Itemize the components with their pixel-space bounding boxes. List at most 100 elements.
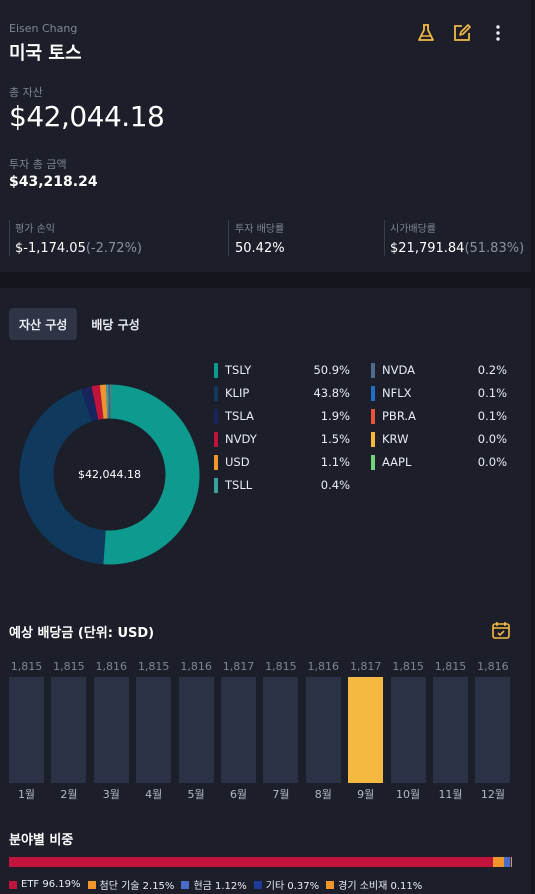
owner-name: Eisen Chang	[9, 22, 78, 35]
dividend-bar[interactable]	[348, 677, 384, 783]
bar-month-label: 2월	[60, 788, 78, 801]
bar-month-label: 9월	[357, 788, 375, 801]
bar-value-label: 1,815	[392, 660, 424, 673]
portfolio-card: 자산 구성 배당 구성 $42,044.18 TSLY 50.9% KLIP 43.8…	[0, 288, 531, 894]
legend-percent: 1.9%	[320, 409, 350, 423]
dividend-bar-column[interactable]: 1,815 2월	[51, 658, 87, 808]
dividend-bar-column[interactable]: 1,816 3월	[93, 658, 129, 808]
bar-month-label: 7월	[272, 788, 290, 801]
legend-swatch	[371, 386, 375, 401]
dividend-bar[interactable]	[93, 677, 129, 783]
bar-month-label: 5월	[187, 788, 205, 801]
dividend-bar[interactable]	[433, 677, 468, 783]
legend-name: TSLA	[225, 409, 254, 423]
dividend-bar-column[interactable]: 1,817 6월	[221, 658, 256, 808]
dividend-bar-column[interactable]: 1,815 7월	[263, 658, 299, 808]
dividend-bar[interactable]	[136, 677, 172, 783]
legend-item: AAPL 0.0%	[371, 452, 507, 475]
bar-month-label: 1월	[17, 788, 36, 801]
sector-legend-label: 첨단 기술 2.15%	[99, 881, 175, 892]
legend-item: KRW 0.0%	[371, 429, 507, 452]
legend-percent: 0.0%	[477, 432, 507, 446]
stat-sub: (51.83%)	[464, 241, 525, 256]
sector-stacked-bar	[9, 857, 512, 867]
bar-value-label: 1,815	[137, 660, 170, 673]
bar-month-label: 10월	[396, 788, 421, 801]
dividend-bar[interactable]	[263, 677, 299, 783]
legend-swatch	[371, 409, 375, 424]
tab-dividend-composition[interactable]: 배당 구성	[81, 308, 149, 340]
legend-item: USD 1.1%	[214, 452, 350, 475]
sector-segment	[9, 857, 494, 867]
dividend-bar[interactable]	[390, 677, 426, 783]
legend-item: TSLA 1.9%	[214, 406, 350, 429]
sector-legend-item: 경기 소비재 0.11%	[326, 877, 422, 892]
dividend-bar-column[interactable]: 1,816 5월	[178, 658, 214, 808]
divider	[9, 220, 10, 256]
divider	[384, 220, 385, 256]
bar-value-label: 1,817	[222, 660, 255, 673]
dividend-bar[interactable]	[305, 677, 341, 783]
sector-swatch	[9, 880, 17, 889]
bar-value-label: 1,815	[53, 660, 85, 673]
dividend-bar[interactable]	[51, 677, 87, 783]
legend-item: KLIP 43.8%	[214, 383, 350, 406]
bar-month-label: 4월	[145, 788, 163, 801]
sector-section-title: 분야별 비중	[9, 833, 74, 848]
legend-percent: 50.9%	[313, 363, 350, 377]
legend-percent: 1.1%	[320, 455, 350, 469]
stat-value: 50.42%	[235, 241, 285, 256]
dividend-bar[interactable]	[178, 677, 214, 783]
bar-month-label: 11월	[438, 788, 463, 801]
legend-column: TSLY 50.9% KLIP 43.8% TSLA 1.9% NVDY 1.5% USD 1.1…	[214, 360, 350, 498]
dividend-bar-column[interactable]: 1,817 9월	[348, 658, 384, 808]
legend-swatch	[214, 432, 218, 447]
dividend-section-title: 예상 배당금 (단위: USD)	[9, 626, 155, 641]
dividend-bar-column[interactable]: 1,815 4월	[136, 658, 172, 808]
total-assets-value: $42,044.18	[9, 100, 165, 133]
sector-swatch	[253, 880, 262, 889]
header-actions	[415, 22, 509, 44]
edit-icon[interactable]	[451, 22, 473, 44]
legend-item: TSLL 0.4%	[214, 475, 350, 498]
sector-swatch	[326, 880, 335, 889]
legend-percent: 0.2%	[477, 363, 507, 377]
legend-item: NVDY 1.5%	[214, 429, 350, 452]
legend-swatch	[371, 432, 375, 447]
bar-value-label: 1,817	[349, 660, 382, 673]
dividend-bar[interactable]	[221, 677, 256, 783]
account-title: 미국 토스	[9, 43, 82, 64]
dividend-bar[interactable]	[9, 677, 44, 783]
legend-item: NFLX 0.1%	[371, 383, 507, 406]
sector-legend-item: 첨단 기술 2.15%	[87, 877, 175, 892]
legend-swatch	[214, 386, 218, 401]
stat-dividend-rate: 투자 배당률 50.42%	[235, 218, 285, 260]
stat-label: 시가배당률	[390, 224, 436, 235]
legend-item: NVDA 0.2%	[371, 360, 507, 383]
legend-swatch	[214, 363, 218, 378]
dividend-bar-column[interactable]: 1,816 12월	[475, 658, 511, 808]
stat-label: 평가 손익	[15, 224, 55, 235]
calendar-check-icon[interactable]	[491, 620, 511, 640]
legend-swatch	[371, 455, 375, 470]
sector-legend-label: 경기 소비재 0.11%	[338, 881, 423, 892]
tab-asset-composition[interactable]: 자산 구성	[9, 308, 78, 340]
flask-icon[interactable]	[415, 22, 437, 44]
bar-month-label: 6월	[229, 788, 248, 801]
sector-legend-label: 기타 0.37%	[265, 881, 320, 892]
bar-value-label: 1,816	[95, 660, 128, 673]
sector-legend-label: 현금 1.12%	[193, 881, 247, 892]
more-vertical-icon[interactable]	[487, 22, 509, 44]
dividend-bar-column[interactable]: 1,815 1월	[9, 658, 44, 808]
legend-percent: 43.8%	[313, 386, 350, 400]
bar-value-label: 1,816	[180, 660, 212, 673]
legend-name: KLIP	[225, 386, 250, 400]
dividend-bar-column[interactable]: 1,815 11월	[433, 658, 468, 808]
bar-value-label: 1,815	[265, 660, 297, 673]
legend-name: NVDY	[225, 432, 257, 446]
dividend-bar-column[interactable]: 1,815 10월	[390, 658, 426, 808]
dividend-bar-column[interactable]: 1,816 8월	[305, 658, 341, 808]
stats-row: 평가 손익 $-1,174.05(-2.72%) 투자 배당률 50.42% 시…	[9, 218, 525, 260]
dividend-bar[interactable]	[475, 677, 511, 783]
donut-center-value: $42,044.18	[78, 468, 141, 481]
